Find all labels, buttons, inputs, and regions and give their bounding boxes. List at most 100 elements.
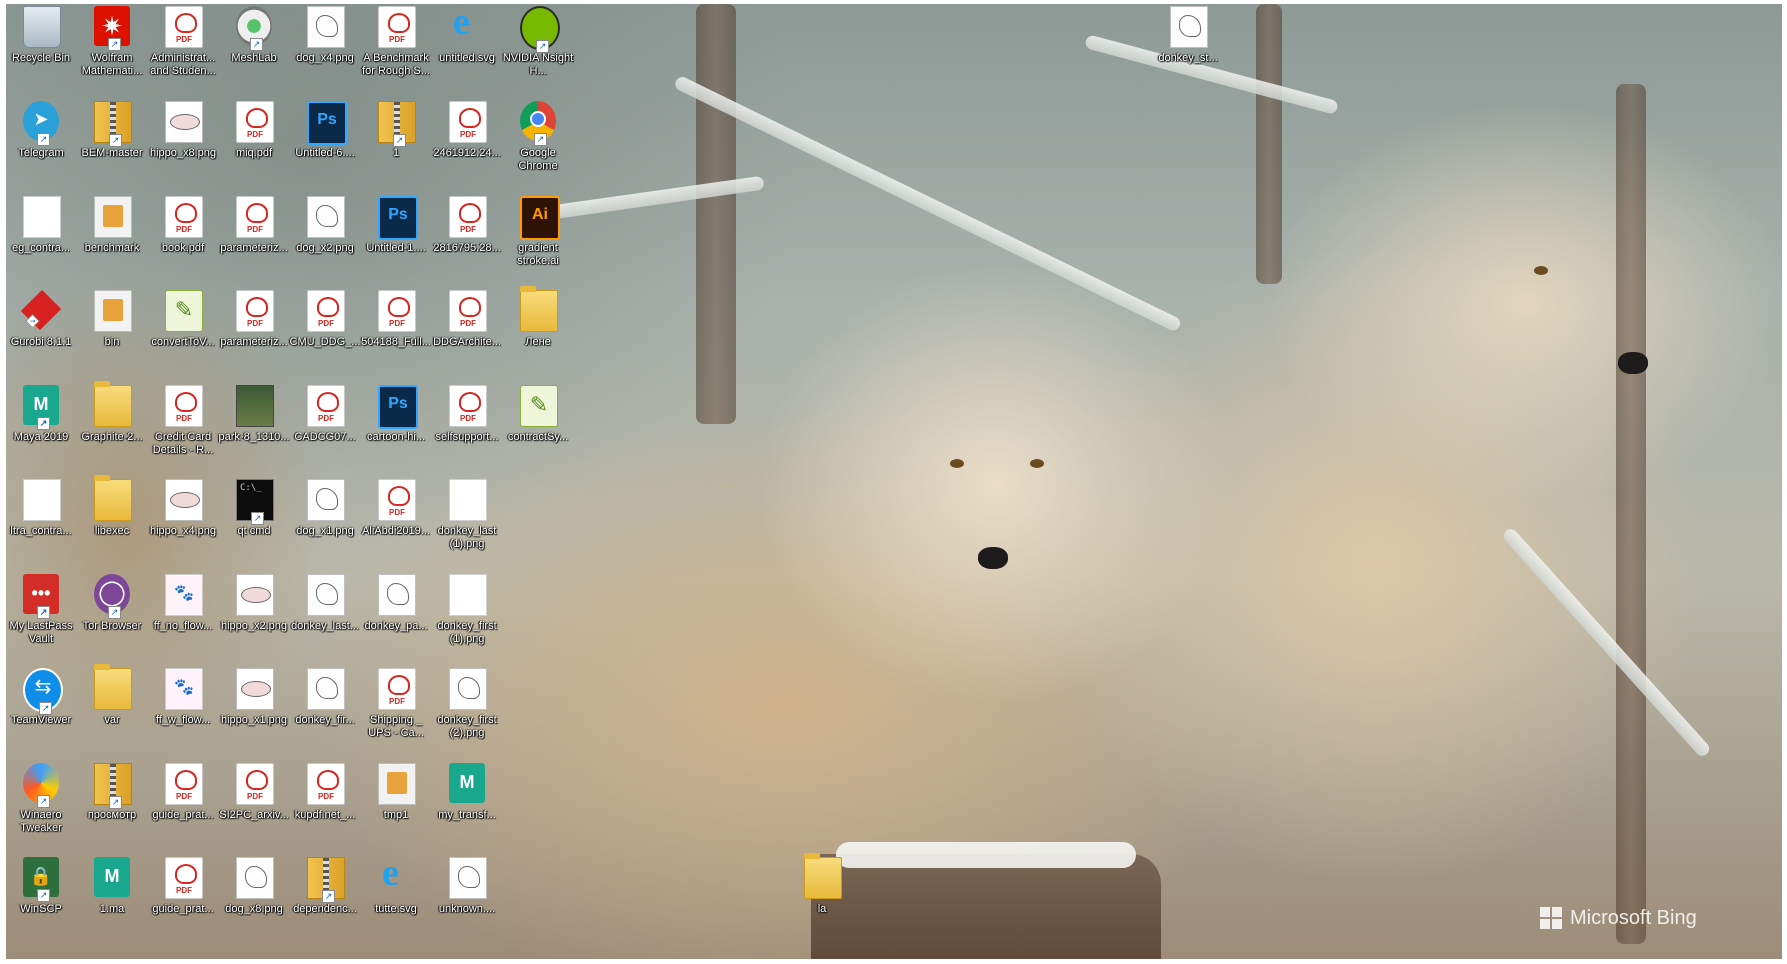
desktop-icon[interactable]: donkey_last...: [290, 572, 360, 660]
wallpaper-snow-branch: [1500, 526, 1712, 759]
desktop-icon[interactable]: tmp1: [361, 761, 431, 849]
maya-icon: M: [449, 763, 485, 803]
desktop-icon[interactable]: book.pdf: [148, 194, 218, 282]
desktop-icon[interactable]: M 1.ma: [77, 855, 147, 943]
desktop-icon[interactable]: TeamViewer: [6, 666, 76, 754]
desktop-icon[interactable]: contractSy...: [503, 383, 573, 471]
desktop-icon[interactable]: Administrat... and Studen...: [148, 4, 218, 92]
desktop-icon[interactable]: donkey_st...: [1153, 4, 1223, 92]
desktop-icon[interactable]: MeshLab: [219, 4, 289, 92]
desktop-icon[interactable]: donkey_last (1).png: [432, 477, 502, 565]
desktop-icon[interactable]: Credit Card Details - R...: [148, 383, 218, 471]
desktop-icon[interactable]: convertToV...: [148, 288, 218, 376]
desktop-icon[interactable]: 504188_Full...: [361, 288, 431, 376]
image-icon: [307, 574, 345, 616]
desktop-icon[interactable]: guide_prat...: [148, 761, 218, 849]
desktop-icon-label: Recycle Bin: [11, 52, 71, 64]
desktop-icon[interactable]: A Benchmark for Rough S...: [361, 4, 431, 92]
desktop-icon[interactable]: donkey_first (1).png: [432, 572, 502, 660]
desktop-icon[interactable]: MMaya 2019: [6, 383, 76, 471]
desktop-icon-label: dog_x1.png: [296, 525, 354, 537]
desktop-icon[interactable]: bin: [77, 288, 147, 376]
desktop-icon[interactable]: NVIDIA Nsight H...: [503, 4, 573, 92]
desktop-icon[interactable]: var: [77, 664, 147, 754]
photo-icon: [236, 385, 274, 427]
desktop-icon[interactable]: Google Chrome: [503, 99, 573, 187]
desktop-icon[interactable]: benchmark: [77, 194, 147, 282]
desktop-icon[interactable]: Shipping _ UPS - Ca...: [361, 666, 431, 754]
desktop-icon-label: Tor Browser: [82, 620, 142, 632]
desktop-icon[interactable]: ff_no_flow...: [148, 572, 218, 660]
bing-watermark: Microsoft Bing: [1540, 905, 1697, 931]
desktop-icon[interactable]: Winaero Tweaker: [6, 761, 76, 849]
desktop-icon[interactable]: unknown....: [432, 855, 502, 943]
desktop-icon-label: hippo_x2.png: [220, 620, 288, 632]
desktop-icon[interactable]: Ps Untitled-1....: [361, 194, 431, 282]
desktop-icon[interactable]: dog_x4.png: [290, 4, 360, 92]
desktop[interactable]: Recycle Bin Wolfram Mathemati... Administr…: [6, 4, 1782, 959]
desktop-icon[interactable]: libexec: [77, 475, 147, 565]
desktop-icon[interactable]: kupdf.net_...: [290, 761, 360, 849]
desktop-icon[interactable]: donkey_pa...: [361, 572, 431, 660]
desktop-icon[interactable]: Graphite-2...: [77, 381, 147, 471]
desktop-icon[interactable]: eg_contra...: [6, 194, 76, 282]
desktop-icon[interactable]: AliAbdi2019...: [361, 477, 431, 565]
desktop-icon-label: SI2PC_arxiv...: [219, 809, 289, 821]
desktop-icon[interactable]: SI2PC_arxiv...: [219, 761, 289, 849]
desktop-icon-label: donkey_last (1).png: [437, 525, 497, 550]
desktop-icon-label: Google Chrome: [518, 147, 558, 172]
desktop-icon[interactable]: dog_x2.png: [290, 194, 360, 282]
desktop-icon[interactable]: hippo_x2.png: [219, 572, 289, 660]
desktop-icon[interactable]: Gurobi 8.1.1: [6, 288, 76, 376]
desktop-icon[interactable]: Recycle Bin: [6, 4, 76, 92]
desktop-icon[interactable]: dog_x1.png: [290, 477, 360, 565]
image-icon: [165, 479, 203, 521]
desktop-icon[interactable]: DDGArchite...: [432, 288, 502, 376]
desktop-icon[interactable]: dog_x8.png: [219, 855, 289, 943]
desktop-icon[interactable]: guide_prat...: [148, 855, 218, 943]
desktop-icon[interactable]: BEM-master: [77, 99, 147, 187]
desktop-icon[interactable]: Telegram: [6, 99, 76, 187]
desktop-icon[interactable]: hippo_x1.png: [219, 666, 289, 754]
desktop-icon[interactable]: hippo_x8.png: [148, 99, 218, 187]
desktop-icon[interactable]: 2461912.24...: [432, 99, 502, 187]
desktop-icon[interactable]: tutte.svg: [361, 851, 431, 943]
desktop-icon[interactable]: Ai gradient stroke.ai: [503, 194, 573, 282]
desktop-icon[interactable]: 1: [361, 99, 431, 187]
desktop-icon[interactable]: dependenc...: [290, 855, 360, 943]
blank-file-icon: [449, 479, 487, 521]
desktop-icon[interactable]: Mmy_transf...: [432, 761, 502, 849]
desktop-icon[interactable]: donkey_first (2).png: [432, 666, 502, 754]
desktop-icon[interactable]: parameteriz...: [219, 288, 289, 376]
desktop-icon[interactable]: parameteriz...: [219, 194, 289, 282]
desktop-icon-label: Administrat... and Studen...: [150, 52, 216, 77]
desktop-icon[interactable]: CMU_DDG_...: [290, 288, 360, 376]
desktop-icon[interactable]: Tor Browser: [77, 572, 147, 660]
maya-icon: M: [94, 857, 130, 897]
desktop-icon[interactable]: Лене: [503, 286, 573, 376]
desktop-icon[interactable]: park-8_1310...: [219, 383, 289, 471]
desktop-icon-label: Untitled-1....: [366, 242, 426, 254]
desktop-icon[interactable]: la: [787, 853, 857, 943]
desktop-icon[interactable]: ff_w_flow...: [148, 666, 218, 754]
desktop-icon[interactable]: 2816795.28...: [432, 194, 502, 282]
desktop-icon[interactable]: untitled.svg: [432, 4, 502, 92]
desktop-icon[interactable]: selfsupport...: [432, 383, 502, 471]
desktop-icon[interactable]: donkey_fir...: [290, 666, 360, 754]
desktop-icon[interactable]: Ps Untitled-6....: [290, 99, 360, 187]
desktop-icon[interactable]: WinSCP: [6, 855, 76, 943]
desktop-icon-label: ff_w_flow...: [155, 714, 211, 726]
gurobi-icon: [20, 289, 62, 331]
desktop-icon-label: hippo_x4.png: [149, 525, 217, 537]
desktop-icon[interactable]: Ps cartoon-hi...: [361, 383, 431, 471]
desktop-icon[interactable]: hippo_x4.png: [148, 477, 218, 565]
desktop-icon[interactable]: CADCG07...: [290, 383, 360, 471]
desktop-icon[interactable]: qt cmd: [219, 477, 289, 565]
desktop-icon[interactable]: просмотр: [77, 761, 147, 849]
desktop-icon[interactable]: Wolfram Mathemati...: [77, 4, 147, 92]
illustrator-icon: Ai: [520, 196, 560, 240]
desktop-icon[interactable]: miq.pdf: [219, 99, 289, 187]
desktop-icon[interactable]: •••My LastPass Vault: [6, 572, 76, 660]
desktop-icon-label: my_transf...: [438, 809, 496, 821]
desktop-icon[interactable]: ltra_contra...: [6, 477, 76, 565]
